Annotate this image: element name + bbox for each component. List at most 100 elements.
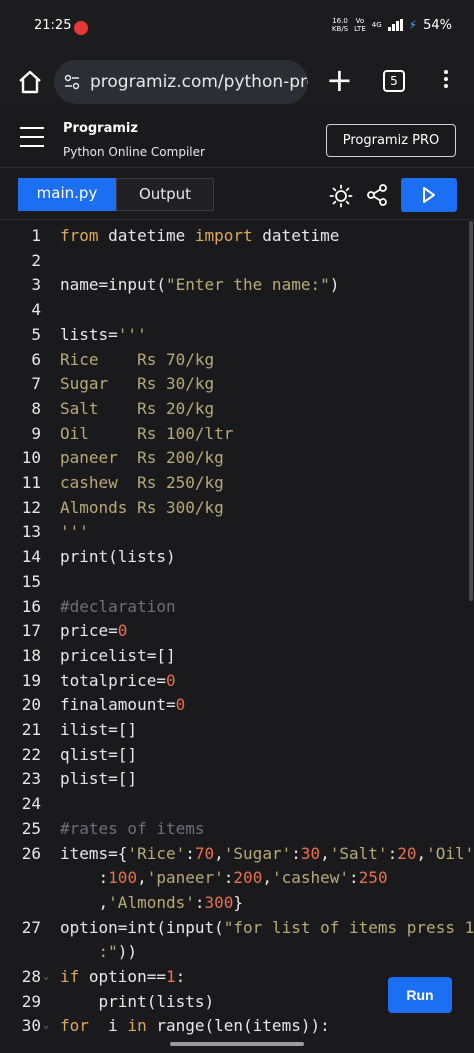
code-text: qlist=[] (60, 744, 138, 764)
code-text: Oil Rs 100/ltr (60, 423, 234, 443)
code-text: :100,'paneer':200,'cashew':250 (60, 868, 388, 888)
run-play-button[interactable] (401, 178, 457, 212)
share-icon[interactable] (366, 184, 388, 206)
code-text: cashew Rs 250/kg (60, 473, 224, 492)
line-number: 23 (21, 769, 41, 789)
code-line[interactable]: 10 paneer Rs 200/kg (0, 446, 474, 470)
programiz-logo[interactable]: Programiz (63, 121, 138, 136)
code-text: totalprice=0 (60, 670, 176, 690)
line-number: 13 (21, 522, 41, 542)
code-line[interactable]: 14 print(lists) (0, 545, 474, 569)
line-number: 15 (21, 571, 41, 591)
code-line[interactable]: 8 Salt Rs 20/kg (0, 397, 474, 421)
home-icon[interactable] (14, 66, 46, 98)
line-number: 12 (21, 497, 41, 517)
line-number: 21 (21, 720, 41, 739)
line-number: 8 (31, 398, 41, 418)
code-line[interactable]: 15 (0, 570, 474, 594)
code-text: print(lists) (60, 547, 176, 567)
code-line[interactable]: 7 Sugar Rs 30/kg (0, 372, 474, 396)
site-header: Programiz Python Online Compiler Program… (0, 110, 474, 168)
code-text: pricelist=[] (60, 645, 176, 665)
code-line[interactable]: :")) (0, 940, 474, 964)
code-text: finalamount=0 (60, 695, 186, 715)
gesture-nav-bar[interactable] (170, 1042, 304, 1046)
more-menu-icon[interactable] (440, 70, 452, 94)
code-line[interactable]: 4 (0, 298, 474, 322)
tab-main-py[interactable]: main.py (18, 178, 116, 211)
fold-arrow-icon[interactable]: ⌄ (43, 965, 53, 989)
code-line[interactable]: :100,'paneer':200,'cashew':250 (0, 866, 474, 890)
run-button[interactable]: Run (388, 977, 452, 1013)
code-line[interactable]: 16 #declaration (0, 595, 474, 619)
tab-output[interactable]: Output (116, 178, 214, 211)
line-number: 11 (21, 473, 41, 492)
code-text: #rates of items (60, 818, 205, 838)
line-number: 29 (21, 991, 41, 1011)
code-line[interactable]: 1 from datetime import datetime (0, 224, 474, 248)
programiz-pro-button[interactable]: Programiz PRO (326, 124, 456, 157)
code-line[interactable]: 25 #rates of items (0, 817, 474, 841)
code-text: paneer Rs 200/kg (60, 448, 224, 468)
page-subtitle: Python Online Compiler (63, 145, 205, 159)
code-line[interactable]: 6 Rice Rs 70/kg (0, 348, 474, 372)
code-line[interactable]: 9 Oil Rs 100/ltr (0, 422, 474, 446)
code-line[interactable]: 5 lists=''' (0, 323, 474, 347)
code-line[interactable]: 19 totalprice=0 (0, 669, 474, 693)
theme-toggle-icon[interactable] (329, 184, 353, 208)
line-number: 24 (21, 794, 41, 814)
address-bar[interactable]: programiz.com/python-programm (54, 60, 308, 104)
notification-app-icon (74, 21, 88, 35)
line-number: 5 (31, 324, 41, 344)
code-text: items={'Rice':70,'Sugar':30,'Salt':20,'O… (60, 843, 474, 863)
code-line[interactable]: 21 ilist=[] (0, 718, 474, 742)
code-line[interactable]: 17 price=0 (0, 619, 474, 643)
code-text: price=0 (60, 621, 128, 641)
line-number: 9 (31, 423, 41, 443)
line-number: 19 (21, 670, 41, 690)
code-line[interactable]: 30 ⌄ for i in range(len(items)): (0, 1014, 474, 1038)
new-tab-icon[interactable]: + (326, 62, 353, 102)
code-line[interactable]: 22 qlist=[] (0, 743, 474, 767)
code-text: for i in range(len(items)): (60, 1016, 330, 1036)
code-line[interactable]: 27 option=int(input("for list of items pr… (0, 916, 474, 940)
line-number: 25 (21, 818, 41, 838)
fold-arrow-icon[interactable]: ⌄ (43, 1014, 53, 1038)
code-text: Almonds Rs 300/kg (60, 497, 224, 517)
status-indicators: 16.0 KB/S Vo LTE 4G ⚡ 54% (332, 17, 452, 33)
code-line[interactable]: 2 (0, 249, 474, 273)
battery-level: 54% (423, 17, 452, 33)
code-line[interactable]: 24 (0, 792, 474, 816)
signal-icon (387, 19, 403, 31)
line-number: 22 (21, 744, 41, 764)
editor-scrollbar[interactable] (469, 221, 473, 601)
tab-switcher-button[interactable]: 5 (383, 70, 405, 92)
line-number: 28 (21, 967, 41, 986)
line-number: 6 (31, 349, 41, 369)
code-line[interactable]: 12 Almonds Rs 300/kg (0, 496, 474, 520)
code-text: from datetime import datetime (60, 226, 340, 245)
code-line[interactable]: 20 finalamount=0 (0, 693, 474, 717)
code-text: ,'Almonds':300} (60, 892, 244, 912)
code-text: :")) (98, 942, 138, 962)
code-line[interactable]: 13 ''' (0, 520, 474, 544)
volte-indicator: Vo LTE (354, 17, 366, 33)
code-text: plist=[] (60, 769, 138, 789)
code-line[interactable]: 26 items={'Rice':70,'Sugar':30,'Salt':20,… (0, 842, 474, 866)
line-number: 26 (21, 843, 41, 863)
code-line[interactable]: 23 plist=[] (0, 767, 474, 791)
code-text: name=input("Enter the name:") (60, 275, 340, 295)
code-editor[interactable]: 1 from datetime import datetime 2 3 name=inp… (0, 221, 474, 1043)
code-text: lists=''' (60, 324, 147, 344)
line-number: 3 (31, 275, 41, 295)
code-text: ilist=[] (60, 720, 138, 739)
line-number: 18 (21, 645, 41, 665)
code-line[interactable]: ,'Almonds':300} (0, 891, 474, 915)
line-number: 16 (21, 596, 41, 616)
code-line[interactable]: 3 name=input("Enter the name:") (0, 273, 474, 297)
code-line[interactable]: 11 cashew Rs 250/kg (0, 471, 474, 495)
code-line[interactable]: 18 pricelist=[] (0, 644, 474, 668)
menu-icon[interactable] (20, 127, 44, 147)
status-bar: 21:25 16.0 KB/S Vo LTE 4G ⚡ 54% (0, 0, 474, 54)
site-settings-icon[interactable] (64, 74, 80, 90)
